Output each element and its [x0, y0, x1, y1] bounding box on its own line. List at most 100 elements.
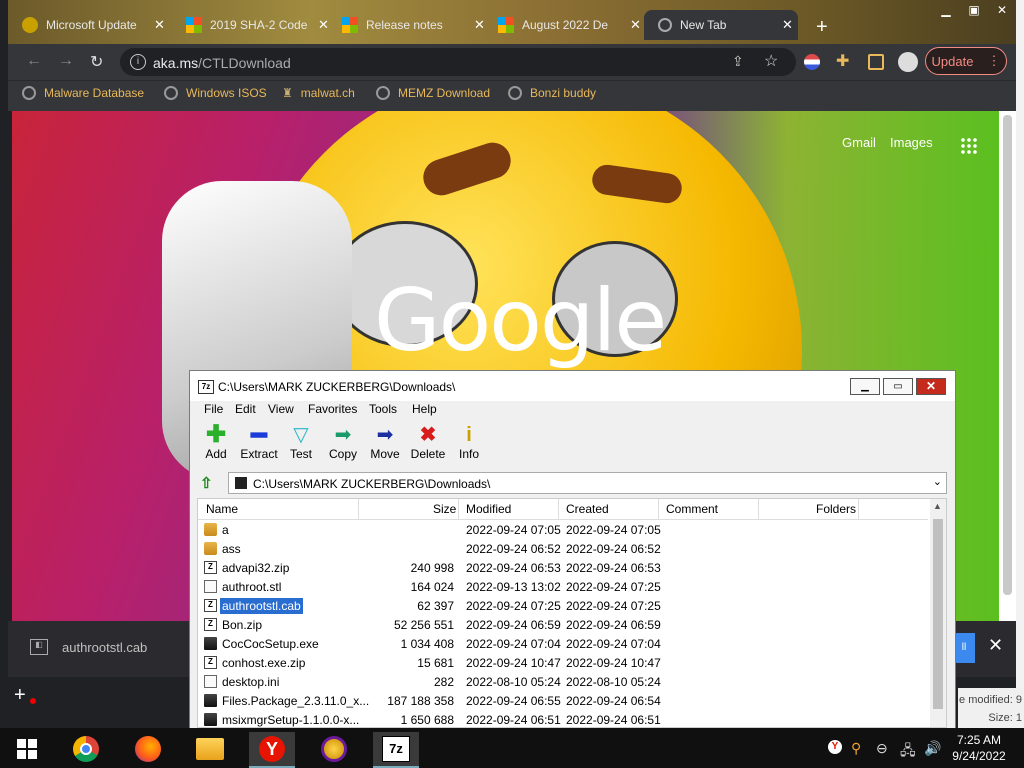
tab-release-notes[interactable]: Release notes ✕: [328, 10, 485, 40]
taskbar-file-explorer[interactable]: [187, 732, 233, 766]
menu-view[interactable]: View: [268, 402, 294, 416]
menu-tools[interactable]: Tools: [369, 402, 397, 416]
maximize-button[interactable]: ▭: [883, 378, 913, 395]
bookmark-malwatch[interactable]: ♜ malwat.ch: [282, 86, 355, 100]
close-window-icon[interactable]: ✕: [988, 0, 1016, 20]
tab-microsoft-update[interactable]: Microsoft Update ✕: [8, 10, 165, 40]
column-folders[interactable]: Folders: [816, 502, 856, 516]
column-separator[interactable]: [558, 499, 559, 519]
column-modified[interactable]: Modified: [466, 502, 511, 516]
add-button[interactable]: ✚ Add: [194, 423, 238, 462]
tab-new-tab[interactable]: New Tab ✕: [644, 10, 798, 40]
table-row[interactable]: ass 2022-09-24 06:52 2022-09-24 06:52: [198, 539, 928, 558]
yandex-tray-icon[interactable]: Y: [828, 740, 842, 754]
minimize-button[interactable]: ▁: [850, 378, 880, 395]
gmail-link[interactable]: Gmail: [842, 135, 876, 150]
close-tab-icon[interactable]: ✕: [630, 17, 641, 33]
tab-august-2022[interactable]: August 2022 De ✕: [484, 10, 641, 40]
bookmark-windows-isos[interactable]: Windows ISOS: [164, 86, 267, 100]
column-separator[interactable]: [358, 499, 359, 519]
download-item[interactable]: ◧ authrootstl.cab: [30, 639, 147, 655]
minus-circle-tray-icon[interactable]: ⊖: [876, 740, 888, 757]
extensions-puzzle-icon[interactable]: ✚: [836, 51, 852, 70]
taskbar-7zip[interactable]: 7z: [373, 732, 419, 768]
bookmark-memz-download[interactable]: MEMZ Download: [376, 86, 490, 100]
scrollbar-thumb[interactable]: [933, 519, 943, 709]
desktop-plus-icon[interactable]: +: [14, 684, 26, 707]
menu-edit[interactable]: Edit: [235, 402, 256, 416]
delete-button[interactable]: ✖ Delete: [406, 423, 450, 461]
bookmark-bonzi-buddy[interactable]: Bonzi buddy: [508, 86, 596, 100]
bookmark-star-icon[interactable]: ☆: [764, 51, 778, 71]
move-button[interactable]: ➡ Move: [363, 423, 407, 461]
table-row[interactable]: desktop.ini 282 2022-08-10 05:24 2022-08-10…: [198, 672, 928, 691]
bookmark-malware-database[interactable]: Malware Database: [22, 86, 144, 100]
share-icon[interactable]: ⇪: [732, 53, 744, 70]
show-all-downloads-button[interactable]: ll: [953, 633, 975, 663]
side-panel-icon[interactable]: [868, 54, 884, 70]
test-button[interactable]: ▽ Test: [279, 423, 323, 461]
close-download-shelf-icon[interactable]: ✕: [988, 635, 1003, 656]
minimize-icon[interactable]: ▁: [932, 0, 960, 20]
scroll-up-arrow-icon[interactable]: ▲: [933, 501, 942, 511]
menu-file[interactable]: File: [204, 402, 223, 416]
window-title-bar[interactable]: 7z C:\Users\MARK ZUCKERBERG\Downloads\ ▁…: [190, 371, 955, 401]
column-separator[interactable]: [658, 499, 659, 519]
table-row[interactable]: Files.Package_2.3.11.0_x... 187 188 358 20…: [198, 691, 928, 710]
table-row[interactable]: msixmgrSetup-1.1.0.0-x... 1 650 688 2022-0…: [198, 710, 928, 727]
extract-button[interactable]: ━ Extract: [237, 422, 281, 461]
maximize-icon[interactable]: ▣: [960, 0, 988, 20]
close-tab-icon[interactable]: ✕: [782, 17, 793, 33]
back-arrow-icon[interactable]: ←: [26, 52, 42, 70]
profile-avatar-icon[interactable]: [898, 52, 918, 72]
start-button[interactable]: [4, 732, 50, 766]
folder-up-icon[interactable]: ⇧: [200, 474, 216, 492]
column-separator[interactable]: [858, 499, 859, 519]
chevron-down-icon[interactable]: ⌄: [933, 475, 942, 488]
column-size[interactable]: Size: [433, 502, 456, 516]
close-tab-icon[interactable]: ✕: [154, 17, 165, 33]
page-scrollbar[interactable]: [999, 111, 1016, 621]
tab-sha2-code[interactable]: 2019 SHA-2 Code ✕: [172, 10, 329, 40]
table-row[interactable]: advapi32.zip 240 998 2022-09-24 06:53 2022-…: [198, 558, 928, 577]
copy-button[interactable]: ➡ Copy: [321, 423, 365, 461]
column-separator[interactable]: [458, 499, 459, 519]
table-row[interactable]: CocCocSetup.exe 1 034 408 2022-09-24 07:04…: [198, 634, 928, 653]
address-bar[interactable]: i aka.ms/CTLDownload ⇪ ☆: [120, 48, 796, 76]
site-info-icon[interactable]: i: [130, 54, 146, 70]
google-apps-icon[interactable]: [960, 137, 978, 155]
close-button[interactable]: ✕: [916, 378, 946, 395]
taskbar-firefox[interactable]: [125, 732, 171, 766]
network-icon[interactable]: 🖧: [900, 740, 916, 764]
table-row[interactable]: a 2022-09-24 07:05 2022-09-24 07:05: [198, 520, 928, 539]
more-menu-icon[interactable]: ⋮: [987, 53, 1000, 69]
taskbar-yandex[interactable]: Y: [249, 732, 295, 768]
search-tray-icon[interactable]: ⚲: [851, 740, 861, 757]
images-link[interactable]: Images: [890, 135, 933, 150]
cell-name: conhost.exe.zip: [222, 656, 306, 670]
menu-favorites[interactable]: Favorites: [308, 402, 357, 416]
path-combobox[interactable]: C:\Users\MARK ZUCKERBERG\Downloads\ ⌄: [228, 472, 947, 494]
menu-help[interactable]: Help: [412, 402, 437, 416]
reload-icon[interactable]: ↻: [90, 52, 103, 72]
table-row[interactable]: Bon.zip 52 256 551 2022-09-24 06:59 2022-09…: [198, 615, 928, 634]
extension-flag-icon[interactable]: [804, 54, 820, 70]
column-comment[interactable]: Comment: [666, 502, 718, 516]
table-row[interactable]: authrootstl.cab 62 397 2022-09-24 07:25 202…: [198, 596, 928, 615]
column-name[interactable]: Name: [206, 502, 238, 516]
taskbar-chrome[interactable]: [63, 732, 109, 766]
table-row[interactable]: authroot.stl 164 024 2022-09-13 13:02 2022-…: [198, 577, 928, 596]
clock[interactable]: 7:25 AM 9/24/2022: [947, 732, 1011, 764]
forward-arrow-icon[interactable]: →: [58, 52, 74, 70]
cell-name: Bon.zip: [222, 618, 263, 632]
info-button[interactable]: i Info: [447, 423, 491, 461]
scrollbar-thumb[interactable]: [1003, 115, 1012, 595]
list-scrollbar[interactable]: ▲: [930, 499, 946, 727]
volume-icon[interactable]: 🔊: [924, 740, 941, 757]
update-button[interactable]: Update ⋮: [925, 47, 1007, 75]
taskbar-bonzi[interactable]: [311, 732, 357, 766]
column-created[interactable]: Created: [566, 502, 609, 516]
new-tab-plus-icon[interactable]: +: [816, 16, 828, 39]
column-separator[interactable]: [758, 499, 759, 519]
table-row[interactable]: conhost.exe.zip 15 681 2022-09-24 10:47 202…: [198, 653, 928, 672]
